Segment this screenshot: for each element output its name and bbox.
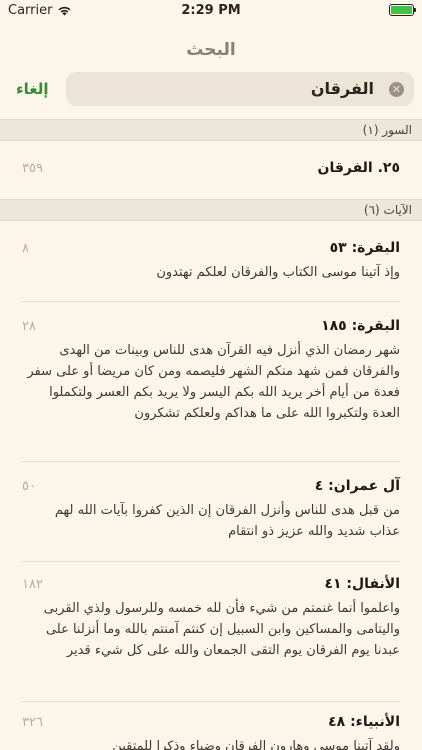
cancel-button[interactable]: إلغاء <box>16 80 49 98</box>
ayah-page-number: ٥٠ <box>22 479 36 494</box>
clear-icon[interactable]: ✕ <box>389 82 404 97</box>
ayah-row[interactable]: الأنبياء: ٤٨ ٣٢٦ ولقد آتينا موسى وهارون … <box>0 702 422 750</box>
ayah-row[interactable]: آل عمران: ٤ ٥٠ من قبل هدى للناس وأنزل ال… <box>0 462 422 562</box>
status-bar: Carrier 2:29 PM <box>0 0 422 22</box>
page-title: البحث <box>186 40 236 60</box>
ayah-text: ولقد آتينا موسى وهارون الفرقان وضياء وذك… <box>112 739 400 750</box>
surah-ayah-count: ٣٥٩ <box>22 161 43 176</box>
search-row: إلغاء الفرقان ✕ <box>0 72 422 108</box>
ayah-page-number: ١٨٢ <box>22 577 43 592</box>
ayah-title: البقرة: ١٨٥ <box>321 318 400 334</box>
ayah-page-number: ٣٢٦ <box>22 715 43 730</box>
ayah-page-number: ٨ <box>22 241 29 256</box>
battery-fill <box>391 6 412 14</box>
ayah-text: واعلموا أنما غنمتم من شيء فأن لله خمسه و… <box>43 601 400 658</box>
section-header-surahs: السور (١) <box>0 119 422 141</box>
status-time: 2:29 PM <box>181 3 241 18</box>
search-value: الفرقان <box>310 79 374 98</box>
ayah-page-number: ٢٨ <box>22 319 36 334</box>
ayah-title: الأنبياء: ٤٨ <box>328 714 400 730</box>
ayah-title: البقرة: ٥٣ <box>329 240 400 256</box>
battery-indicator <box>389 4 416 16</box>
ayah-title: آل عمران: ٤ <box>314 478 400 494</box>
surah-row[interactable]: ٢٥. الفرقان ٣٥٩ <box>0 142 422 198</box>
section-header-ayahs: الآيات (٦) <box>0 199 422 221</box>
ayah-row[interactable]: الأنفال: ٤١ ١٨٢ واعلموا أنما غنمتم من شي… <box>0 562 422 702</box>
ayah-title: الأنفال: ٤١ <box>324 576 400 592</box>
ayah-text: من قبل هدى للناس وأنزل الفرقان إن الذين … <box>54 503 400 539</box>
ayah-text: شهر رمضان الذي أنزل فيه القرآن هدى للناس… <box>27 343 400 421</box>
battery-icon <box>389 4 416 16</box>
ayah-row[interactable]: البقرة: ٥٣ ٨ وإذ آتينا موسى الكتاب والفر… <box>0 222 422 302</box>
search-input[interactable]: الفرقان ✕ <box>66 72 414 106</box>
ayah-text: وإذ آتينا موسى الكتاب والفرقان لعلكم تهت… <box>156 265 400 280</box>
surah-title: ٢٥. الفرقان <box>317 160 401 176</box>
ayah-row[interactable]: البقرة: ١٨٥ ٢٨ شهر رمضان الذي أنزل فيه ا… <box>0 302 422 462</box>
